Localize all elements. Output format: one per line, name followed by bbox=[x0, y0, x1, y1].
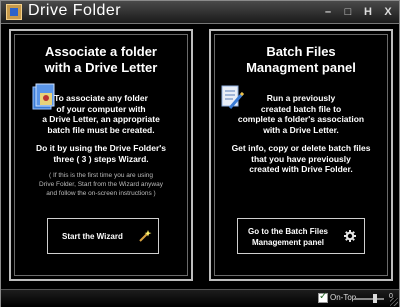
status-bar: On-Top 0 bbox=[1, 289, 399, 307]
start-wizard-label: Start the Wizard bbox=[62, 232, 123, 241]
app-window: Drive Folder – □ H X Associate a folder … bbox=[0, 0, 400, 307]
ontop-label: On-Top bbox=[330, 293, 357, 302]
opacity-slider-thumb[interactable] bbox=[373, 294, 377, 303]
opacity-slider-track[interactable] bbox=[354, 298, 384, 300]
app-icon bbox=[6, 4, 22, 20]
resize-grip[interactable] bbox=[390, 298, 398, 306]
app-title: Drive Folder bbox=[28, 2, 122, 19]
batch-panel: Batch Files Managment panel Run a previo… bbox=[209, 29, 393, 281]
associate-panel-title: Associate a folder with a Drive Letter bbox=[44, 44, 158, 75]
batch-panel-button[interactable]: Go to the Batch Files Management panel bbox=[237, 218, 365, 254]
help-button[interactable]: H bbox=[363, 5, 373, 19]
start-wizard-button[interactable]: Start the Wizard bbox=[47, 218, 159, 254]
ontop-checkbox[interactable] bbox=[318, 291, 328, 303]
maximize-button[interactable]: □ bbox=[343, 5, 353, 19]
batch-panel-button-label: Go to the Batch Files Management panel bbox=[248, 227, 329, 247]
minimize-button[interactable]: – bbox=[323, 5, 333, 19]
close-button[interactable]: X bbox=[383, 5, 393, 19]
associate-wizard-text: Do it by using the Drive Folder's three … bbox=[35, 143, 166, 164]
associate-note: ( If this is the first time you are usin… bbox=[39, 172, 163, 197]
magic-wand-icon bbox=[139, 230, 152, 242]
batch-run-text: Run a previously created batch file to c… bbox=[237, 93, 365, 135]
associate-panel: Associate a folder with a Drive Letter T… bbox=[9, 29, 193, 281]
batch-manage-text: Get info, copy or delete batch files tha… bbox=[231, 143, 371, 174]
title-bar[interactable]: Drive Folder – □ H X bbox=[1, 1, 399, 24]
gear-icon bbox=[344, 230, 356, 242]
associate-description: To associate any folder of your computer… bbox=[42, 93, 160, 135]
batch-panel-title: Batch Files Managment panel bbox=[246, 44, 356, 75]
window-controls: – □ H X bbox=[323, 5, 393, 19]
